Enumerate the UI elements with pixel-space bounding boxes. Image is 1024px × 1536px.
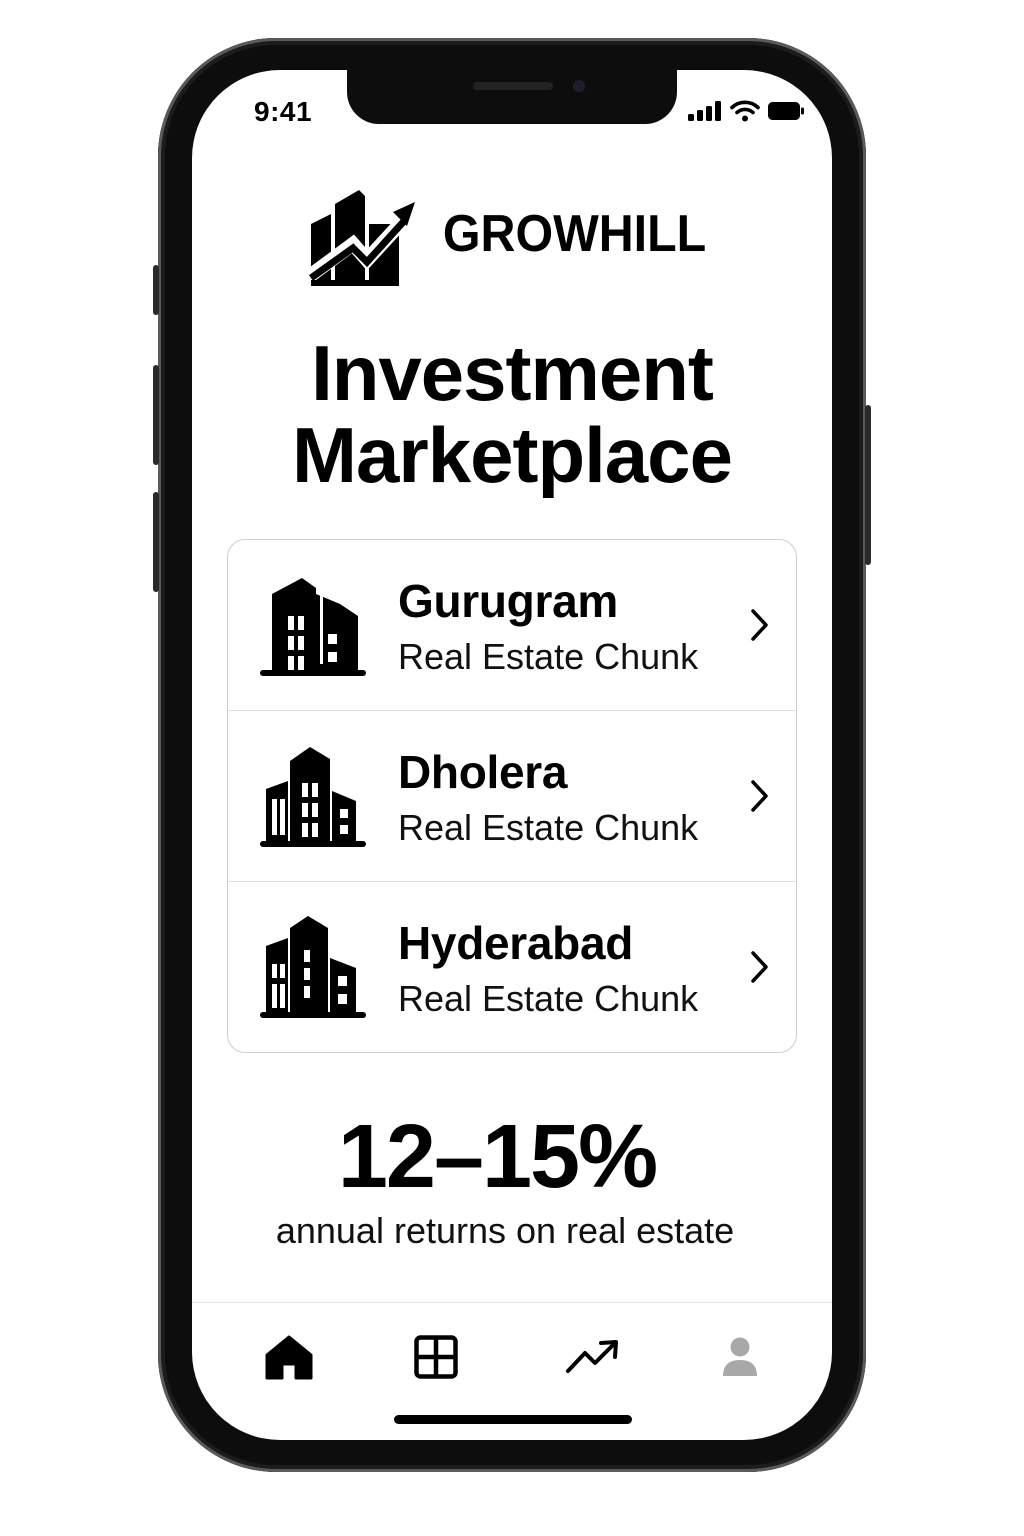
page-title: Investment Marketplace (192, 332, 832, 496)
profile-icon (723, 1337, 757, 1376)
listing-row-dholera[interactable]: Dholera Real Estate Chunk (228, 711, 796, 882)
listing-subtitle: Real Estate Chunk (398, 978, 699, 1019)
listing-row-hyderabad[interactable]: Hyderabad Real Estate Chunk (228, 882, 796, 1052)
stage: 9:41 GROWHILL Investment Marketplace Gur… (0, 0, 1024, 1536)
tab-bar-divider (192, 1302, 832, 1303)
tab-grid[interactable] (408, 1332, 464, 1382)
listing-row-gurugram[interactable]: Gurugram Real Estate Chunk (228, 540, 796, 711)
page-title-line-2: Marketplace (292, 411, 733, 499)
grid-icon (414, 1335, 458, 1379)
front-camera (573, 80, 585, 92)
notch (347, 70, 677, 124)
chevron-right-icon (751, 951, 768, 983)
home-indicator (394, 1415, 632, 1424)
volume-down-button (153, 492, 159, 592)
wifi-icon (730, 100, 760, 122)
growth-buildings-logo (307, 190, 417, 286)
listing-city: Gurugram (398, 575, 618, 627)
listing-subtitle: Real Estate Chunk (398, 807, 699, 848)
returns-label: annual returns on real estate (275, 1210, 735, 1251)
chevron-right-icon (751, 609, 768, 641)
signal-icon (688, 101, 721, 121)
tab-profile[interactable] (712, 1332, 768, 1382)
building-icon (260, 916, 366, 1018)
building-icon (260, 747, 366, 847)
chevron-right-icon (751, 780, 768, 812)
listing-city: Hyderabad (398, 917, 634, 969)
listing-subtitle: Real Estate Chunk (398, 636, 699, 677)
listings-card: Gurugram Real Estate Chunk Dholera Real … (227, 539, 797, 1053)
tab-trends[interactable] (564, 1332, 620, 1382)
battery-icon (768, 102, 804, 120)
tab-home[interactable] (261, 1332, 317, 1382)
status-icons (688, 100, 804, 122)
mute-switch (153, 265, 159, 315)
returns-value: 12–15% (337, 1107, 658, 1207)
power-button (865, 405, 871, 565)
home-icon (265, 1335, 313, 1380)
tab-bar (192, 1332, 832, 1382)
listing-city: Dholera (398, 746, 568, 798)
brand-name: GROWHILL (443, 205, 707, 263)
phone-screen: 9:41 GROWHILL Investment Marketplace Gur… (192, 70, 832, 1440)
volume-up-button (153, 365, 159, 465)
speaker-grille (473, 82, 553, 90)
building-icon (260, 578, 366, 676)
page-title-line-1: Investment (311, 329, 714, 417)
trending-up-icon (566, 1340, 618, 1373)
brand-header: GROWHILL (192, 182, 832, 286)
status-time: 9:41 (254, 96, 313, 127)
